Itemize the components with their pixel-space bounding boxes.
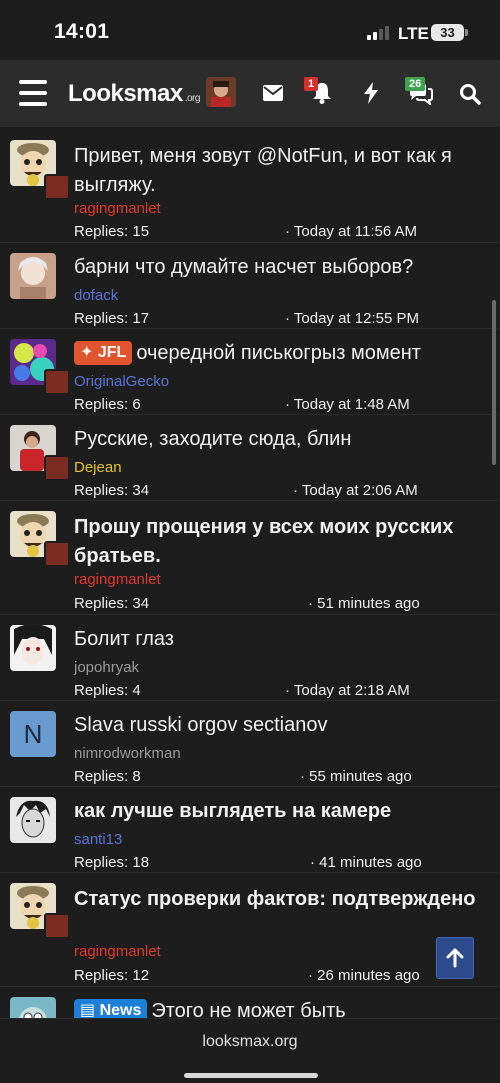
network-label: LTE bbox=[398, 24, 429, 43]
last-poster-avatar[interactable] bbox=[44, 455, 70, 481]
thread-avatar[interactable] bbox=[10, 625, 56, 671]
thread-title[interactable]: как лучше выглядеть на камере bbox=[74, 797, 490, 826]
thread-date[interactable]: · Today at 1:48 AM bbox=[285, 396, 410, 413]
last-poster-avatar[interactable] bbox=[44, 541, 70, 567]
thread-replies: Replies: 12 bbox=[74, 967, 150, 984]
thread-author[interactable]: santi13 bbox=[74, 831, 122, 848]
thread-item[interactable]: как лучше выглядеть на камере santi13 Re… bbox=[0, 787, 500, 873]
prefix-jfl[interactable]: ✦ JFL bbox=[74, 341, 133, 365]
thread-replies: Replies: 4 bbox=[74, 682, 141, 699]
thread-replies: Replies: 34 bbox=[74, 595, 150, 612]
last-poster-avatar[interactable] bbox=[44, 369, 70, 395]
thread-replies: Replies: 8 bbox=[74, 768, 141, 785]
lightning-icon[interactable] bbox=[360, 81, 382, 105]
user-avatar[interactable] bbox=[206, 77, 236, 107]
thread-title[interactable]: Привет, меня зовут @NotFun, и вот как я … bbox=[74, 142, 490, 200]
browser-url-bar[interactable]: looksmax.org bbox=[0, 1018, 500, 1083]
last-poster-avatar[interactable] bbox=[44, 913, 70, 939]
thread-date[interactable]: · 51 minutes ago bbox=[308, 595, 420, 612]
status-time: 14:01 bbox=[54, 20, 110, 43]
search-icon[interactable] bbox=[458, 82, 482, 106]
thread-title[interactable]: Slava russki orgov sectianov bbox=[74, 711, 490, 740]
thread-title[interactable]: ▤ News Этого не может быть bbox=[74, 997, 490, 1018]
thread-item[interactable]: ✦ JFL очередной писькогрыз момент Origina… bbox=[0, 329, 500, 415]
logo-suffix: .org bbox=[184, 93, 201, 104]
thread-item[interactable]: Болит глаз jopohryak Replies: 4 · Today … bbox=[0, 615, 500, 701]
thread-date[interactable]: · Today at 11:56 AM bbox=[285, 223, 417, 240]
conversations-badge: 26 bbox=[405, 77, 426, 91]
thread-item[interactable]: Русские, заходите сюда, блин Dejean Repl… bbox=[0, 415, 500, 501]
thread-replies: Replies: 34 bbox=[74, 482, 150, 499]
thread-title[interactable]: барни что думайте насчет выборов? bbox=[74, 253, 490, 282]
thread-author[interactable]: ragingmanlet bbox=[74, 943, 161, 960]
thread-title[interactable]: Болит глаз bbox=[74, 625, 490, 654]
thread-avatar[interactable] bbox=[10, 797, 56, 843]
thread-author[interactable]: Dejean bbox=[74, 459, 122, 476]
thread-author[interactable]: nimrodworkman bbox=[74, 745, 181, 762]
thread-author[interactable]: ragingmanlet bbox=[74, 571, 161, 588]
thread-author[interactable]: dofack bbox=[74, 287, 118, 304]
last-poster-avatar[interactable] bbox=[44, 174, 70, 200]
thread-date[interactable]: · 26 minutes ago bbox=[308, 967, 420, 984]
prefix-news[interactable]: ▤ News bbox=[74, 999, 148, 1018]
thread-item[interactable]: N Slava russki orgov sectianov nimrodwor… bbox=[0, 701, 500, 787]
logo-text: Looksmax bbox=[68, 80, 183, 107]
battery-cap bbox=[465, 29, 468, 36]
home-indicator[interactable] bbox=[184, 1073, 318, 1078]
scrollbar[interactable] bbox=[492, 300, 496, 465]
thread-replies: Replies: 17 bbox=[74, 310, 150, 327]
thread-author[interactable]: ragingmanlet bbox=[74, 200, 161, 217]
thread-item[interactable]: ▤ News Этого не может быть bbox=[0, 987, 500, 1018]
thread-title[interactable]: ✦ JFL очередной писькогрыз момент bbox=[74, 339, 490, 368]
thread-replies: Replies: 6 bbox=[74, 396, 141, 413]
alerts-badge: 1 bbox=[304, 77, 319, 91]
thread-date[interactable]: · Today at 2:18 AM bbox=[285, 682, 410, 699]
thread-date[interactable]: · 55 minutes ago bbox=[300, 768, 412, 785]
thread-avatar[interactable] bbox=[10, 997, 56, 1018]
top-navigation: Looksmax .org 1 26 bbox=[0, 60, 500, 128]
signal-icon bbox=[367, 26, 391, 40]
thread-item[interactable]: Статус проверки фактов: подтверждено rag… bbox=[0, 873, 500, 987]
thread-author[interactable]: OriginalGecko bbox=[74, 373, 169, 390]
thread-avatar[interactable]: N bbox=[10, 711, 56, 757]
status-bar: 14:01 LTE 33 bbox=[0, 0, 500, 60]
thread-date[interactable]: · 41 minutes ago bbox=[310, 854, 422, 871]
thread-title[interactable]: Прошу прощения у всех моих русских брать… bbox=[74, 513, 490, 571]
url-text[interactable]: looksmax.org bbox=[0, 1033, 500, 1051]
thread-item[interactable]: Привет, меня зовут @NotFun, и вот как я … bbox=[0, 128, 500, 243]
thread-author[interactable]: jopohryak bbox=[74, 659, 139, 676]
thread-replies: Replies: 18 bbox=[74, 854, 150, 871]
menu-icon[interactable] bbox=[18, 80, 48, 106]
arrow-up-icon bbox=[446, 948, 464, 968]
thread-date[interactable]: · Today at 12:55 PM bbox=[285, 310, 419, 327]
thread-item[interactable]: барни что думайте насчет выборов? dofack… bbox=[0, 243, 500, 329]
thread-date[interactable]: · Today at 2:06 AM bbox=[293, 482, 418, 499]
thread-avatar[interactable] bbox=[10, 253, 56, 299]
battery-icon: 33 bbox=[431, 24, 464, 41]
thread-item[interactable]: Прошу прощения у всех моих русских брать… bbox=[0, 501, 500, 615]
thread-replies: Replies: 15 bbox=[74, 223, 150, 240]
thread-title[interactable]: Статус проверки фактов: подтверждено bbox=[74, 885, 490, 914]
scroll-to-top-button[interactable] bbox=[436, 937, 474, 979]
thread-list: Привет, меня зовут @NotFun, и вот как я … bbox=[0, 128, 500, 1018]
thread-title[interactable]: Русские, заходите сюда, блин bbox=[74, 425, 490, 454]
inbox-icon[interactable] bbox=[262, 82, 284, 104]
site-logo[interactable]: Looksmax .org bbox=[68, 80, 200, 108]
